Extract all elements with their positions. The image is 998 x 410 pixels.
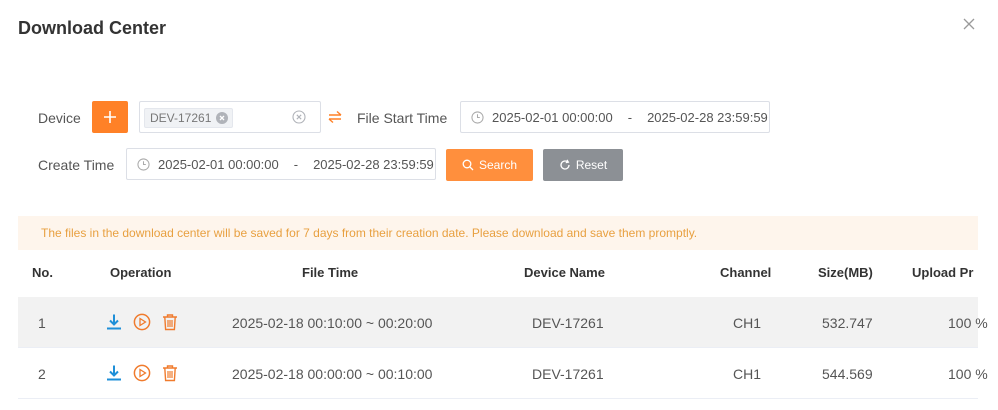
cell-upload-progress: 100 %	[948, 315, 988, 331]
device-select[interactable]: DEV-17261	[139, 101, 321, 133]
cell-size: 544.569	[822, 366, 873, 382]
range-separator: -	[627, 109, 633, 125]
file-time-range-picker[interactable]: 2025-02-01 00:00:00 - 2025-02-28 23:59:5…	[460, 101, 770, 133]
create-time-label: Create Time	[38, 157, 115, 173]
header-no: No.	[32, 265, 53, 280]
reset-button-label: Reset	[575, 158, 608, 172]
trash-icon[interactable]	[160, 312, 180, 332]
play-icon[interactable]	[132, 363, 152, 383]
clear-icon[interactable]	[292, 110, 306, 124]
table-row: 2 2025-02-18 00:00:00 ~ 00:10:00 DEV-172…	[18, 348, 988, 399]
header-size: Size(MB)	[818, 265, 873, 280]
header-channel: Channel	[720, 265, 772, 280]
cell-no: 2	[38, 366, 46, 382]
download-icon[interactable]	[104, 312, 124, 332]
clock-icon	[137, 157, 150, 171]
device-tag: DEV-17261	[144, 108, 234, 128]
search-icon	[462, 159, 474, 171]
tag-close-icon[interactable]	[216, 112, 229, 124]
file-start-value: 2025-02-01 00:00:00	[492, 109, 613, 125]
reset-button[interactable]: Reset	[543, 149, 623, 181]
search-button[interactable]: Search	[446, 149, 533, 181]
file-start-time-label: File Start Time	[357, 110, 448, 126]
row-operations	[104, 312, 180, 332]
page-title: Download Center	[18, 18, 167, 38]
header-device-name: Device Name	[524, 265, 605, 280]
create-end-value: 2025-02-28 23:59:59	[313, 156, 434, 172]
header-operation: Operation	[110, 265, 172, 280]
cell-device-name: DEV-17261	[532, 315, 604, 331]
create-start-value: 2025-02-01 00:00:00	[158, 156, 279, 172]
retention-notice: The files in the download center will be…	[18, 216, 978, 250]
create-time-range-picker[interactable]: 2025-02-01 00:00:00 - 2025-02-28 23:59:5…	[126, 148, 436, 180]
search-button-label: Search	[478, 158, 518, 172]
cell-device-name: DEV-17261	[532, 366, 604, 382]
play-icon[interactable]	[132, 312, 152, 332]
refresh-icon	[560, 159, 570, 170]
close-icon[interactable]	[961, 16, 977, 32]
cell-file-time: 2025-02-18 00:00:00 ~ 00:10:00	[232, 366, 433, 382]
swap-icon[interactable]	[327, 109, 343, 125]
clock-icon	[471, 110, 484, 124]
download-icon[interactable]	[104, 363, 124, 383]
file-end-value: 2025-02-28 23:59:59	[647, 109, 768, 125]
range-separator: -	[293, 156, 299, 172]
add-device-button[interactable]	[92, 101, 128, 133]
cell-file-time: 2025-02-18 00:10:00 ~ 00:20:00	[232, 315, 433, 331]
cell-size: 532.747	[822, 315, 873, 331]
table-row: 1 2025-02-18 00:10:00 ~ 00:20:00 DEV-172…	[18, 297, 988, 348]
cell-channel: CH1	[733, 315, 762, 331]
header-upload-progress: Upload Pr	[912, 265, 974, 280]
device-label: Device	[38, 110, 81, 126]
header-file-time: File Time	[302, 265, 359, 280]
plus-icon	[104, 111, 116, 123]
row-operations	[104, 363, 180, 383]
cell-no: 1	[38, 315, 46, 331]
cell-upload-progress: 100 %	[948, 366, 988, 382]
cell-channel: CH1	[733, 366, 762, 382]
device-tag-label: DEV-17261	[150, 111, 212, 125]
trash-icon[interactable]	[160, 363, 180, 383]
